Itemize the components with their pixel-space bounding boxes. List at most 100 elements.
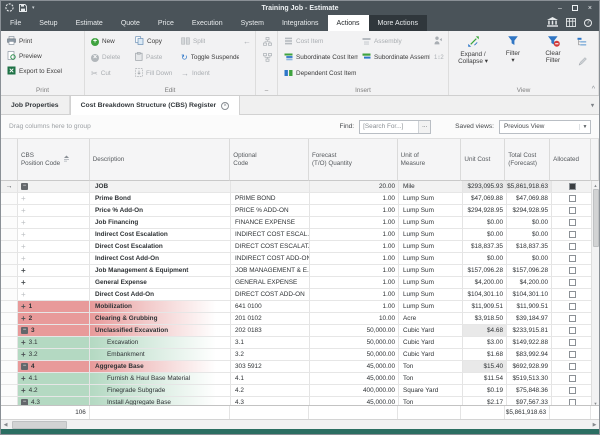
paste-button[interactable]: Paste xyxy=(133,50,179,65)
close-button[interactable]: × xyxy=(588,5,592,12)
expand-icon[interactable]: + xyxy=(21,303,26,310)
row-selector-cell[interactable] xyxy=(1,241,18,253)
total-cost-cell[interactable]: $18,837.35 xyxy=(507,241,552,253)
unit-of-measure-cell[interactable]: Lump Sum xyxy=(399,289,463,301)
optional-code-cell[interactable]: 641 0100 xyxy=(231,301,310,313)
grid-row[interactable]: −4.3Install Aggregate Base4.345,000.00To… xyxy=(1,397,599,405)
row-selector-cell[interactable] xyxy=(1,277,18,289)
unit-cost-cell[interactable]: $0.00 xyxy=(463,253,507,265)
header-forecast-quantity[interactable]: Forecast (T/O) Quantity xyxy=(309,139,398,181)
menu-item-file[interactable]: File xyxy=(1,15,30,31)
unit-cost-cell[interactable]: $4.68 xyxy=(463,325,507,337)
forecast-quantity-cell[interactable]: 50,000.00 xyxy=(310,337,399,349)
total-cost-cell[interactable]: $5,861,918.63 xyxy=(507,181,552,193)
subordinate-cost-item-button[interactable]: Subordinate Cost Item xyxy=(282,50,360,65)
collapse-icon[interactable]: − xyxy=(21,399,28,405)
total-cost-cell[interactable]: $233,915.81 xyxy=(507,325,552,337)
description-cell[interactable]: Job Financing xyxy=(90,217,231,229)
grid-row[interactable]: +Job FinancingFINANCE EXPENSE1.00Lump Su… xyxy=(1,217,599,229)
description-cell[interactable]: Unclassified Excavation xyxy=(90,325,231,337)
menu-item-setup[interactable]: Setup xyxy=(30,15,66,31)
header-description[interactable]: Description xyxy=(90,139,231,181)
description-cell[interactable]: Furnish & Haul Base Material xyxy=(90,373,231,385)
unit-of-measure-cell[interactable]: Lump Sum xyxy=(399,205,463,217)
new-button[interactable]: + New xyxy=(89,34,133,49)
find-more-button[interactable]: ... xyxy=(418,121,430,133)
unit-cost-cell[interactable]: $104,301.10 xyxy=(463,289,507,301)
collapse-icon[interactable]: − xyxy=(21,183,28,190)
unit-of-measure-cell[interactable]: Lump Sum xyxy=(399,253,463,265)
row-selector-cell[interactable] xyxy=(1,205,18,217)
forecast-quantity-cell[interactable]: 1.00 xyxy=(310,265,399,277)
search-input[interactable] xyxy=(360,121,418,133)
allocated-checkbox[interactable] xyxy=(569,219,576,226)
expand-icon[interactable]: + xyxy=(21,231,26,238)
unit-cost-cell[interactable]: $47,069.88 xyxy=(463,193,507,205)
expand-icon[interactable]: + xyxy=(21,195,26,202)
scroll-right-icon[interactable]: ▶ xyxy=(590,422,599,428)
allocated-checkbox[interactable] xyxy=(569,387,576,394)
tab-close-icon[interactable]: × xyxy=(221,102,229,110)
forecast-quantity-cell[interactable]: 50,000.00 xyxy=(310,325,399,337)
row-selector-cell[interactable] xyxy=(1,289,18,301)
allocated-checkbox[interactable] xyxy=(569,303,576,310)
allocated-cell[interactable] xyxy=(552,265,593,277)
allocated-checkbox[interactable] xyxy=(569,351,576,358)
hierarchy-up-icon[interactable] xyxy=(263,37,272,48)
unit-of-measure-cell[interactable]: Cubic Yard xyxy=(399,349,463,361)
resource-button[interactable] xyxy=(432,34,446,49)
menu-item-integrations[interactable]: Integrations xyxy=(273,15,328,31)
clear-filter-button[interactable]: Clear Filter xyxy=(535,33,571,84)
cbs-code-cell[interactable]: +1 xyxy=(18,301,90,313)
menu-item-price[interactable]: Price xyxy=(149,15,183,31)
description-cell[interactable]: Finegrade Subgrade xyxy=(90,385,231,397)
allocated-cell[interactable] xyxy=(552,301,593,313)
menu-item-quote[interactable]: Quote xyxy=(112,15,149,31)
optional-code-cell[interactable]: 201 0102 xyxy=(231,313,310,325)
description-cell[interactable]: Mobilization xyxy=(90,301,231,313)
row-selector-cell[interactable] xyxy=(1,217,18,229)
unit-of-measure-cell[interactable]: Ton xyxy=(399,397,463,405)
grid-row[interactable]: +4.1Furnish & Haul Base Material4.145,00… xyxy=(1,373,599,385)
horizontal-scrollbar[interactable]: ◀ ▶ xyxy=(1,419,599,429)
description-cell[interactable]: Job Management & Equipment xyxy=(90,265,231,277)
edit-pencil-icon[interactable] xyxy=(578,57,587,68)
allocated-cell[interactable] xyxy=(552,325,593,337)
grid-row[interactable]: +Price % Add-OnPRICE % ADD-ON1.00Lump Su… xyxy=(1,205,599,217)
description-cell[interactable]: JOB xyxy=(90,181,231,193)
tab-cbs-register[interactable]: Cost Breakdown Structure (CBS) Register … xyxy=(70,96,241,115)
description-cell[interactable]: Direct Cost Add-On xyxy=(90,289,231,301)
optional-code-cell[interactable]: 3.2 xyxy=(231,349,310,361)
forecast-quantity-cell[interactable]: 20.00 xyxy=(310,181,399,193)
scroll-down-icon[interactable]: ▼ xyxy=(594,399,598,405)
grid-row[interactable]: +3.2Embankment3.250,000.00Cubic Yard$1.6… xyxy=(1,349,599,361)
description-cell[interactable]: General Expense xyxy=(90,277,231,289)
row-selector-cell[interactable] xyxy=(1,385,18,397)
total-cost-cell[interactable]: $75,848.36 xyxy=(507,385,552,397)
total-cost-cell[interactable]: $149,922.88 xyxy=(507,337,552,349)
expand-icon[interactable]: + xyxy=(21,387,26,394)
unit-of-measure-cell[interactable]: Lump Sum xyxy=(399,217,463,229)
renumber-button[interactable]: 1↕2 xyxy=(432,50,446,65)
tab-job-properties[interactable]: Job Properties xyxy=(1,96,70,114)
expand-icon[interactable]: + xyxy=(21,315,26,322)
optional-code-cell[interactable]: 303 5912 xyxy=(231,361,310,373)
forecast-quantity-cell[interactable]: 45,000.00 xyxy=(310,397,399,405)
grid-row[interactable]: +4.2Finegrade Subgrade4.2400,000.00Squar… xyxy=(1,385,599,397)
row-selector-cell[interactable] xyxy=(1,193,18,205)
cbs-code-cell[interactable]: − xyxy=(18,181,90,193)
header-unit-of-measure[interactable]: Unit of Measure xyxy=(398,139,462,181)
unit-of-measure-cell[interactable]: Square Yard xyxy=(399,385,463,397)
unit-of-measure-cell[interactable]: Lump Sum xyxy=(399,265,463,277)
help-icon[interactable]: ? xyxy=(584,19,592,27)
menu-item-estimate[interactable]: Estimate xyxy=(67,15,112,31)
grid-row[interactable]: +1Mobilization641 01001.00Lump Sum$11,90… xyxy=(1,301,599,313)
forecast-quantity-cell[interactable]: 1.00 xyxy=(310,253,399,265)
unit-cost-cell[interactable]: $2.17 xyxy=(463,397,507,405)
allocated-checkbox[interactable] xyxy=(569,243,576,250)
export-to-excel-button[interactable]: Export to Excel xyxy=(5,64,82,79)
fill-down-button[interactable]: Fill Down xyxy=(133,66,179,81)
total-cost-cell[interactable]: $104,301.10 xyxy=(507,289,552,301)
unit-cost-cell[interactable]: $3.00 xyxy=(463,337,507,349)
cbs-code-cell[interactable]: + xyxy=(18,265,90,277)
